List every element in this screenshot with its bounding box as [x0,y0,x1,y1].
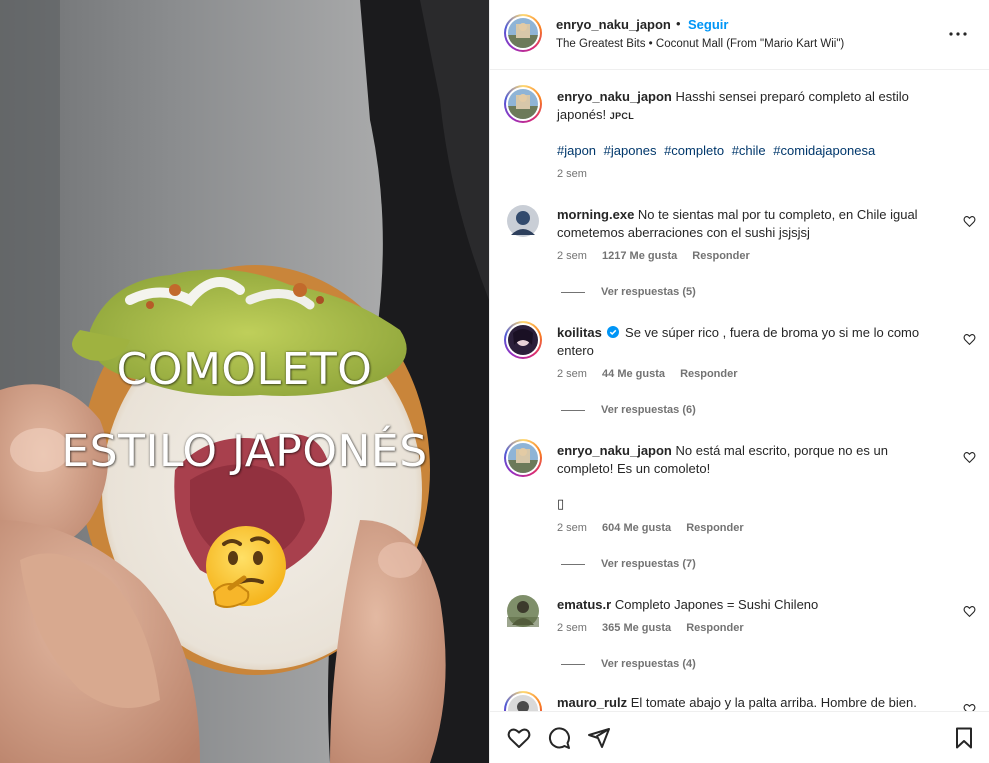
caption-username[interactable]: enryo_naku_japon [557,89,672,104]
caption-meta: 2 sem [557,168,599,180]
caption-signature: JPCL [609,111,634,121]
follow-button[interactable]: Seguir [688,17,728,32]
comment-username[interactable]: enryo_naku_japon [557,443,672,458]
like-comment-icon[interactable] [963,605,976,618]
post-media[interactable]: COMOLETO ESTILO JAPONÉS [0,0,489,763]
thinking-face-icon [206,526,286,608]
comment-time: 2 sem [557,250,587,262]
comment-likes[interactable]: 604 Me gusta [602,522,671,534]
reply-button[interactable]: Responder [686,522,743,534]
replies-line [561,663,585,665]
like-comment-icon[interactable] [963,703,976,711]
hashtag-link[interactable]: #japon [557,143,596,158]
like-comment-icon[interactable] [963,333,976,346]
separator-dot: • [676,16,681,31]
commenter-avatar[interactable] [504,321,542,359]
comment-meta: 2 sem 604 Me gusta Responder [557,522,756,534]
comment-body: El tomate abajo y la palta arriba. Hombr… [630,695,917,710]
audio-track-link[interactable]: The Greatest Bits • Coconut Mall (From "… [556,38,844,50]
comment-username[interactable]: morning.exe [557,207,634,222]
caption-hashtags: #japon #japones #completo #chile #comida… [557,143,879,158]
hashtag-link[interactable]: #japones [604,143,657,158]
view-replies-label: Ver respuestas (7) [601,558,696,570]
view-replies-button[interactable]: Ver respuestas (5) [561,286,696,298]
like-comment-icon[interactable] [963,215,976,228]
view-replies-button[interactable]: Ver respuestas (7) [561,558,696,570]
view-replies-label: Ver respuestas (6) [601,404,696,416]
post-header: enryo_naku_japon • Seguir The Greatest B… [490,0,989,70]
hashtag-link[interactable]: #completo [664,143,724,158]
view-replies-label: Ver respuestas (4) [601,658,696,670]
view-replies-label: Ver respuestas (5) [601,286,696,298]
commenter-avatar[interactable] [504,691,542,711]
reply-button[interactable]: Responder [692,250,749,262]
comment-text: morning.exe No te sientas mal por tu com… [557,206,947,242]
caption-time: 2 sem [557,168,587,180]
caption-avatar[interactable] [504,85,542,123]
comment-text: enryo_naku_japon No está mal escrito, po… [557,442,947,478]
comment-text: mauro_rulz El tomate abajo y la palta ar… [557,694,947,711]
caption-text: enryo_naku_japon Hasshi sensei preparó c… [557,88,947,125]
comment-meta: 2 sem 1217 Me gusta Responder [557,250,762,262]
comment-meta: 2 sem 365 Me gusta Responder [557,622,756,634]
overlay-title-line1: COMOLETO [116,344,373,395]
comment-time: 2 sem [557,368,587,380]
post-side-panel: enryo_naku_japon • Seguir The Greatest B… [489,0,989,763]
reply-button[interactable]: Responder [680,368,737,380]
author-avatar[interactable] [504,14,542,52]
comment-time: 2 sem [557,522,587,534]
reply-button[interactable]: Responder [686,622,743,634]
replies-line [561,409,585,411]
share-icon[interactable] [587,726,611,750]
comment-body: Completo Japones = Sushi Chileno [614,597,819,612]
comment-extra-glyph: ▯ [557,496,565,511]
comment-username[interactable]: koilitas [557,325,602,340]
overlay-title-line2: ESTILO JAPONÉS [61,426,428,477]
post-action-bar [490,711,989,763]
comment-icon[interactable] [547,726,571,750]
comment-username[interactable]: ematus.r [557,597,611,612]
comment-text: ematus.r Completo Japones = Sushi Chilen… [557,596,947,614]
hashtag-link[interactable]: #chile [732,143,766,158]
view-replies-button[interactable]: Ver respuestas (4) [561,658,696,670]
replies-line [561,563,585,565]
comment-text: koilitas Se ve súper rico , fuera de bro… [557,324,947,360]
comments-section[interactable]: enryo_naku_japon Hasshi sensei preparó c… [490,71,989,711]
commenter-avatar[interactable] [504,439,542,477]
author-username[interactable]: enryo_naku_japon [556,17,671,32]
hashtag-link[interactable]: #comidajaponesa [773,143,875,158]
replies-line [561,291,585,293]
view-replies-button[interactable]: Ver respuestas (6) [561,404,696,416]
comment-likes[interactable]: 44 Me gusta [602,368,665,380]
verified-badge-icon [607,326,620,338]
commenter-avatar[interactable] [507,595,539,627]
like-icon[interactable] [507,726,531,750]
comment-time: 2 sem [557,622,587,634]
comment-likes[interactable]: 365 Me gusta [602,622,671,634]
comment-username[interactable]: mauro_rulz [557,695,627,710]
comment-likes[interactable]: 1217 Me gusta [602,250,677,262]
like-comment-icon[interactable] [963,451,976,464]
commenter-avatar[interactable] [507,205,539,237]
save-icon[interactable] [952,726,976,750]
more-options-icon[interactable] [946,22,970,46]
comment-meta: 2 sem 44 Me gusta Responder [557,368,750,380]
